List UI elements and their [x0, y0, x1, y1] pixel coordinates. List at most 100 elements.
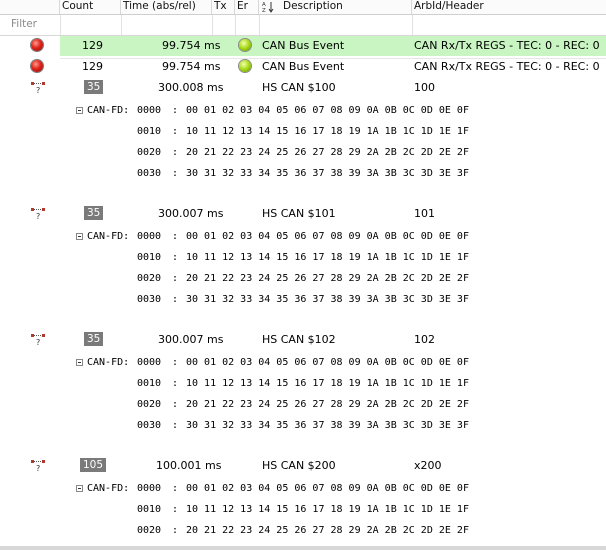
- hex-offset: 0000: [137, 105, 162, 116]
- hex-bytes: 00 01 02 03 04 05 06 07 08 09 0A 0B 0C 0…: [186, 231, 469, 242]
- column-header-er[interactable]: Er: [235, 0, 259, 14]
- hex-separator: :: [172, 399, 179, 410]
- count-badge: 35: [84, 332, 104, 346]
- hex-separator: :: [172, 483, 179, 494]
- svg-text:?: ?: [36, 86, 40, 95]
- status-ok-icon: [239, 60, 251, 72]
- hex-bytes: 00 01 02 03 04 05 06 07 08 09 0A 0B 0C 0…: [186, 357, 469, 368]
- time-cell: 99.754 ms: [162, 39, 221, 52]
- table-row[interactable]: 129 99.754 ms CAN Bus Event CAN Rx/Tx RE…: [0, 57, 606, 77]
- time-cell: 100.001 ms: [156, 459, 222, 472]
- collapse-icon[interactable]: [76, 233, 83, 240]
- arbid-cell: CAN Rx/Tx REGS - TEC: 0 - REC: 0: [414, 60, 600, 73]
- hex-bytes: 20 21 22 23 24 25 26 27 28 29 2A 2B 2C 2…: [186, 399, 469, 410]
- filter-input-tx[interactable]: [212, 15, 236, 35]
- hex-separator: :: [172, 525, 179, 536]
- hex-separator: :: [172, 147, 179, 158]
- description-cell: HS CAN $200: [262, 459, 336, 472]
- count-cell: 129: [82, 39, 103, 52]
- time-cell: 300.007 ms: [158, 207, 224, 220]
- hex-bytes: 00 01 02 03 04 05 06 07 08 09 0A 0B 0C 0…: [186, 105, 469, 116]
- hex-separator: :: [172, 231, 179, 242]
- filter-input-description[interactable]: [259, 15, 413, 35]
- time-cell: 99.754 ms: [162, 60, 221, 73]
- hex-offset: 0010: [137, 504, 162, 515]
- description-header-label: Description: [283, 0, 343, 12]
- hex-bytes: 10 11 12 13 14 15 16 17 18 19 1A 1B 1C 1…: [186, 252, 469, 263]
- hex-separator: :: [172, 378, 179, 389]
- arbid-cell: 101: [414, 207, 435, 220]
- collapse-icon[interactable]: [76, 359, 83, 366]
- hex-offset: 0030: [137, 168, 162, 179]
- hex-offset: 0020: [137, 399, 162, 410]
- count-badge: 35: [84, 206, 104, 220]
- frame-type-label: CAN-FD:: [87, 357, 130, 368]
- column-header-time[interactable]: Time (abs/rel): [121, 0, 212, 14]
- arbid-cell: x200: [414, 459, 442, 472]
- description-cell: HS CAN $102: [262, 333, 336, 346]
- filter-input-blank[interactable]: [0, 15, 61, 35]
- count-cell: 129: [82, 60, 103, 73]
- filter-input-er[interactable]: [235, 15, 260, 35]
- hex-separator: :: [172, 504, 179, 515]
- svg-text:Z: Z: [262, 8, 266, 13]
- hex-bytes: 30 31 32 33 34 35 36 37 38 39 3A 3B 3C 3…: [186, 294, 469, 305]
- description-cell: HS CAN $100: [262, 81, 336, 94]
- collapse-icon[interactable]: [76, 485, 83, 492]
- hex-offset: 0000: [137, 231, 162, 242]
- arbid-cell: CAN Rx/Tx REGS - TEC: 0 - REC: 0: [414, 39, 600, 52]
- filter-input-arbid[interactable]: [412, 15, 606, 35]
- message-row[interactable]: ? 105 100.001 ms HS CAN $200 x200: [0, 456, 606, 476]
- hex-bytes: 10 11 12 13 14 15 16 17 18 19 1A 1B 1C 1…: [186, 126, 469, 137]
- hex-bytes: 10 11 12 13 14 15 16 17 18 19 1A 1B 1C 1…: [186, 504, 469, 515]
- hex-separator: :: [172, 294, 179, 305]
- can-message-icon: ?: [31, 82, 45, 95]
- hex-offset: 0010: [137, 378, 162, 389]
- column-header-description[interactable]: A Z Description: [259, 0, 412, 14]
- column-header-tx[interactable]: Tx: [212, 0, 235, 14]
- sort-az-icon[interactable]: A Z: [262, 1, 276, 13]
- can-message-icon: ?: [31, 334, 45, 347]
- hex-separator: :: [172, 357, 179, 368]
- hex-separator: :: [172, 252, 179, 263]
- hex-bytes: 00 01 02 03 04 05 06 07 08 09 0A 0B 0C 0…: [186, 483, 469, 494]
- column-header-count[interactable]: Count: [60, 0, 121, 14]
- message-row[interactable]: ? 35 300.008 ms HS CAN $100 100: [0, 78, 606, 98]
- hex-separator: :: [172, 126, 179, 137]
- filter-input-count[interactable]: [60, 15, 122, 35]
- filter-input-time[interactable]: [121, 15, 213, 35]
- description-cell: HS CAN $101: [262, 207, 336, 220]
- hex-bytes: 20 21 22 23 24 25 26 27 28 29 2A 2B 2C 2…: [186, 147, 469, 158]
- hex-offset: 0030: [137, 294, 162, 305]
- description-cell: CAN Bus Event: [262, 60, 345, 73]
- svg-text:?: ?: [36, 212, 40, 221]
- hex-separator: :: [172, 420, 179, 431]
- arbid-cell: 100: [414, 81, 435, 94]
- hex-offset: 0020: [137, 147, 162, 158]
- hex-bytes: 20 21 22 23 24 25 26 27 28 29 2A 2B 2C 2…: [186, 273, 469, 284]
- hex-offset: 0000: [137, 483, 162, 494]
- error-status-icon: [31, 60, 43, 72]
- hex-offset: 0000: [137, 357, 162, 368]
- collapse-icon[interactable]: [76, 107, 83, 114]
- horizontal-scrollbar[interactable]: [0, 546, 606, 550]
- hex-separator: :: [172, 168, 179, 179]
- message-row[interactable]: ? 35 300.007 ms HS CAN $101 101: [0, 204, 606, 224]
- description-cell: CAN Bus Event: [262, 39, 345, 52]
- time-cell: 300.007 ms: [158, 333, 224, 346]
- hex-separator: :: [172, 273, 179, 284]
- column-header-bar: Count Time (abs/rel) Tx Er A Z Descripti…: [0, 0, 606, 15]
- error-status-icon: [31, 39, 43, 51]
- frame-type-label: CAN-FD:: [87, 483, 130, 494]
- message-row[interactable]: ? 35 300.007 ms HS CAN $102 102: [0, 330, 606, 350]
- column-header-arbid[interactable]: ArbId/Header: [412, 0, 606, 14]
- hex-offset: 0020: [137, 273, 162, 284]
- hex-bytes: 10 11 12 13 14 15 16 17 18 19 1A 1B 1C 1…: [186, 378, 469, 389]
- status-ok-icon: [239, 39, 251, 51]
- hex-offset: 0020: [137, 525, 162, 536]
- hex-bytes: 30 31 32 33 34 35 36 37 38 39 3A 3B 3C 3…: [186, 168, 469, 179]
- hex-bytes: 20 21 22 23 24 25 26 27 28 29 2A 2B 2C 2…: [186, 525, 469, 536]
- table-row[interactable]: 129 99.754 ms CAN Bus Event CAN Rx/Tx RE…: [0, 36, 606, 56]
- column-header-blank[interactable]: [0, 0, 60, 14]
- svg-text:?: ?: [36, 338, 40, 347]
